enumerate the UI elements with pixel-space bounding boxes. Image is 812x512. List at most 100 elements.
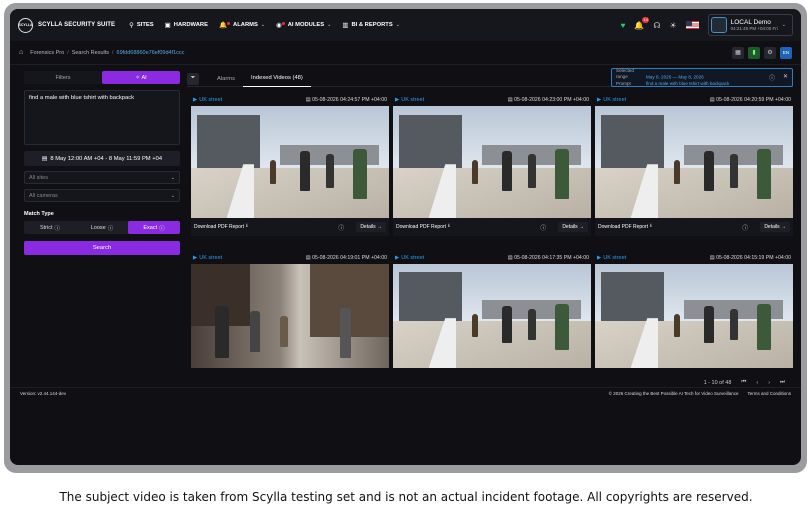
details-button[interactable]: Details → (558, 222, 588, 232)
card-footer: Download PDF Report ⭳ ⓘ Details → (393, 218, 591, 236)
cameras-select[interactable]: All cameras ⌄ (24, 189, 180, 202)
camera-icon: ▶ (395, 254, 400, 261)
camera-icon: ▶ (395, 96, 400, 103)
nav-hardware[interactable]: ▣ HARDWARE (165, 21, 208, 29)
search-button[interactable]: Search (24, 241, 180, 255)
app-logo[interactable]: SCYLLA SCYLLA SECURITY SUITE (18, 17, 115, 33)
download-pdf-button[interactable]: Download PDF Report ⭳ (598, 223, 652, 231)
camera-name[interactable]: UK street (603, 97, 626, 103)
notifications-count: 14 (641, 16, 650, 23)
home-icon[interactable]: ⌂ (19, 49, 23, 56)
filter-icon[interactable]: ⏷ (187, 72, 199, 85)
prompt-textarea[interactable]: find a male with blue tshirt with backpa… (24, 90, 180, 145)
sites-select[interactable]: All sites ⌄ (24, 171, 180, 184)
video-card[interactable]: ▶ UK street ▤ 05-08-2026 04:19:01 PM +04:0… (191, 251, 389, 371)
bell-icon: 🔔 (218, 22, 228, 29)
breadcrumb-current: 69fdd68860e76ef09d4f1ccc (116, 49, 185, 56)
camera-name[interactable]: UK street (199, 255, 222, 261)
video-thumbnail[interactable] (595, 106, 793, 218)
nav-sites[interactable]: ⚲ SITES (129, 21, 154, 29)
tab-indexed-videos[interactable]: Indexed Videos (48) (243, 71, 311, 87)
video-card[interactable]: ▶ UK street ▤ 05-08-2026 04:24:57 PM +04:0… (191, 93, 389, 247)
video-card[interactable]: ▶ UK street ▤ 05-08-2026 04:23:00 PM +04:0… (393, 93, 591, 247)
video-thumbnail[interactable] (393, 264, 591, 368)
camera-icon: ▶ (193, 96, 198, 103)
tab-alarms[interactable]: Alarms (209, 71, 243, 87)
card-footer: Download PDF Report ⭳ ⓘ Details → (595, 218, 793, 236)
card-header: ▶ UK street ▤ 05-08-2026 04:15:19 PM +04:0… (595, 251, 793, 264)
prev-page-icon[interactable]: ‹ (756, 380, 758, 386)
download-pdf-label: Download PDF Report (396, 224, 447, 230)
first-page-icon[interactable]: ⏮ (741, 379, 746, 386)
match-loose[interactable]: Loose ⓘ (76, 221, 128, 234)
nav-ai-modules[interactable]: ◉ AI MODULES ⌄ (276, 21, 331, 29)
main-nav: ⚲ SITES ▣ HARDWARE 🔔 ALARMS ⌄ ◉ AI MODUL… (129, 21, 400, 29)
video-thumbnail[interactable] (191, 264, 389, 368)
last-page-icon[interactable]: ⏭ (780, 379, 785, 386)
user-name: LOCAL Demo (730, 19, 771, 26)
details-button[interactable]: Details → (760, 222, 790, 232)
video-card[interactable]: ▶ UK street ▤ 05-08-2026 04:20:59 PM +04:0… (595, 93, 793, 247)
tab-ai[interactable]: ✧ AI (102, 71, 180, 84)
match-loose-label: Loose (90, 224, 106, 231)
camera-name[interactable]: UK street (401, 97, 424, 103)
nav-sites-label: SITES (136, 22, 154, 28)
video-thumbnail[interactable] (595, 264, 793, 368)
terms-link[interactable]: Terms and Conditions (747, 391, 791, 396)
next-page-icon[interactable]: › (768, 380, 770, 386)
match-strict[interactable]: Strict ⓘ (24, 221, 76, 234)
health-heart-icon[interactable]: ♥ (621, 21, 626, 30)
status-icon[interactable]: ▮ (748, 46, 760, 59)
sites-select-label: All sites (29, 174, 48, 181)
notifications-bell-icon[interactable]: 🔔 14 (634, 16, 650, 30)
tab-filters[interactable]: Filters (24, 71, 102, 84)
theme-sun-icon[interactable]: ☀ (669, 21, 676, 30)
video-thumbnail[interactable] (393, 106, 591, 218)
nav-alarms[interactable]: 🔔 ALARMS ⌄ (219, 21, 265, 29)
download-icon: ⭳ (246, 223, 248, 229)
video-card[interactable]: ▶ UK street ▤ 05-08-2026 04:15:19 PM +04:0… (595, 251, 793, 371)
info-icon[interactable]: ⓘ (742, 223, 748, 232)
camera-icon: ▶ (193, 254, 198, 261)
avatar (710, 17, 727, 33)
video-card[interactable]: ▶ UK street ▤ 05-08-2026 04:17:35 PM +04:0… (393, 251, 591, 371)
car-icon: ▣ (164, 22, 171, 29)
info-icon[interactable]: ⓘ (769, 73, 775, 82)
settings-icon[interactable]: ⚙ (764, 46, 776, 59)
download-pdf-label: Download PDF Report (194, 224, 245, 230)
video-thumbnail[interactable] (191, 106, 389, 218)
language-button[interactable]: EN (780, 46, 792, 59)
nav-bi-reports[interactable]: ▥ BI & REPORTS ⌄ (342, 21, 400, 29)
card-header: ▶ UK street ▤ 05-08-2026 04:19:01 PM +04:0… (191, 251, 389, 264)
app-screen: SCYLLA SCYLLA SECURITY SUITE ⚲ SITES ▣ H… (10, 9, 801, 465)
card-timestamp-text: 05-08-2026 04:20:59 PM +04:00 (716, 96, 791, 103)
info-icon[interactable]: ⓘ (338, 223, 344, 232)
copyright-label: © 2026 Creating the Best Possible AI Tec… (608, 391, 739, 396)
camera-name[interactable]: UK street (401, 255, 424, 261)
chevron-down-icon: ⌄ (260, 22, 266, 28)
ai-brain-icon: ◉ (276, 22, 282, 29)
us-flag-icon[interactable] (685, 21, 699, 29)
date-range-picker[interactable]: ▤ 8 May 12:00 AM +04 - 8 May 11:59 PM +0… (24, 151, 180, 166)
breadcrumb-search-results[interactable]: Search Results (72, 50, 109, 56)
card-timestamp-text: 05-08-2026 04:15:19 PM +04:00 (716, 254, 791, 261)
top-navbar: SCYLLA SCYLLA SECURITY SUITE ⚲ SITES ▣ H… (10, 9, 801, 41)
grid-view-icon[interactable]: ▦ (732, 46, 744, 59)
info-icon: ⓘ (107, 225, 114, 232)
card-timestamp: ▤ 05-08-2026 04:23:00 PM +04:00 (508, 97, 589, 103)
download-pdf-button[interactable]: Download PDF Report ⭳ (194, 223, 248, 231)
details-button[interactable]: Details → (356, 222, 386, 232)
top-right-controls: ♥ 🔔 14 ☊ ☀ LOCAL Demo 04:21:49 PM +04:00 … (621, 14, 793, 36)
download-pdf-button[interactable]: Download PDF Report ⭳ (396, 223, 450, 231)
user-menu[interactable]: LOCAL Demo 04:21:49 PM +04:00 Fri ⌄ (707, 14, 793, 36)
nav-ai-modules-label: AI MODULES (287, 22, 325, 28)
info-icon[interactable]: ⓘ (540, 223, 546, 232)
camera-name[interactable]: UK street (199, 97, 222, 103)
camera-name[interactable]: UK street (603, 255, 626, 261)
breadcrumb-forensics[interactable]: Forensics Pro (30, 50, 64, 56)
headset-icon[interactable]: ☊ (653, 21, 660, 30)
camera-icon: ▶ (597, 254, 602, 261)
card-timestamp: ▤ 05-08-2026 04:19:01 PM +04:00 (306, 255, 387, 261)
match-exact[interactable]: Exact ⓘ (128, 221, 180, 234)
close-icon[interactable]: ✕ (783, 73, 788, 82)
